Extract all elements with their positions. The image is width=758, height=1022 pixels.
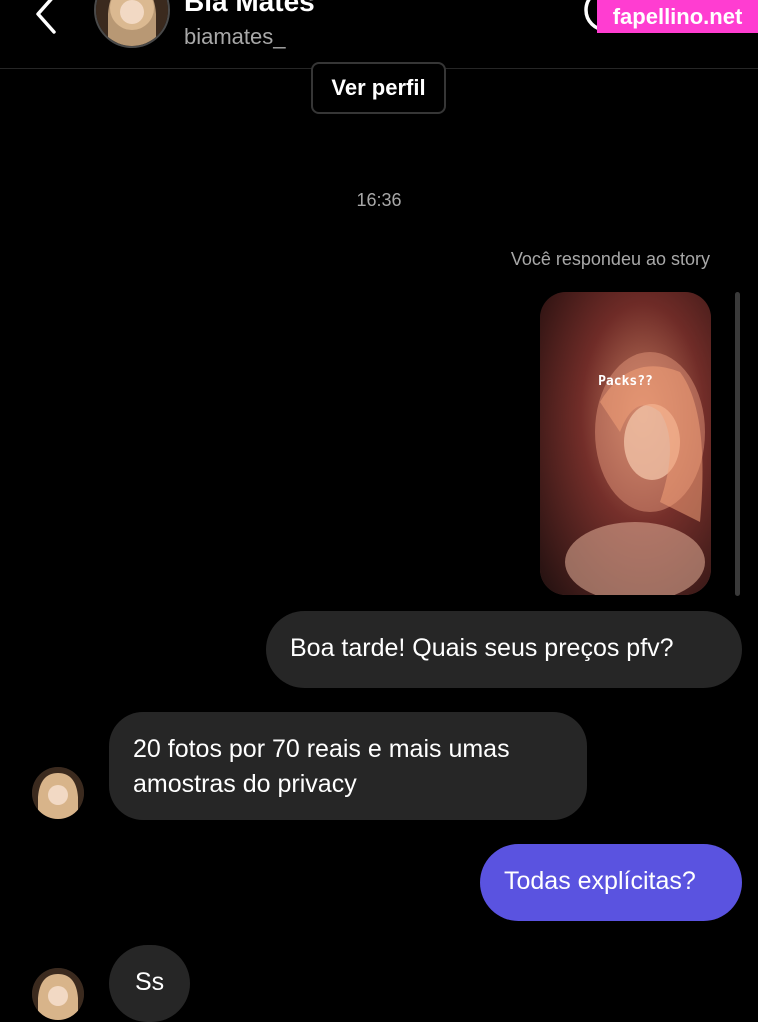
watermark-label: fapellino.net: [597, 0, 758, 33]
message-bubble-outgoing[interactable]: Todas explícitas?: [480, 844, 742, 921]
story-preview[interactable]: Packs??: [540, 292, 711, 595]
avatar[interactable]: [94, 0, 170, 48]
message-timestamp: 16:36: [356, 190, 402, 210]
avatar-image: [96, 0, 168, 46]
message-bubble-outgoing[interactable]: Boa tarde! Quais seus preços pfv?: [266, 611, 742, 688]
avatar[interactable]: [32, 767, 84, 819]
avatar-image: [32, 767, 84, 819]
view-profile-button[interactable]: Ver perfil: [311, 62, 446, 114]
chat-header: Bia Mates biamates_ fapellino.net: [0, 0, 758, 69]
message-bubble-incoming[interactable]: Ss: [109, 945, 190, 1022]
story-image: [540, 292, 711, 595]
scrollbar[interactable]: [735, 292, 740, 596]
contact-name[interactable]: Bia Mates: [184, 0, 315, 18]
avatar[interactable]: [32, 968, 84, 1020]
contact-username[interactable]: biamates_: [184, 24, 286, 50]
avatar-image: [32, 968, 84, 1020]
chevron-left-icon[interactable]: [30, 0, 64, 38]
story-reply-caption: Você respondeu ao story: [510, 249, 710, 269]
message-bubble-incoming[interactable]: 20 fotos por 70 reais e mais umas amostr…: [109, 712, 587, 820]
story-sticker-text: Packs??: [598, 374, 653, 389]
